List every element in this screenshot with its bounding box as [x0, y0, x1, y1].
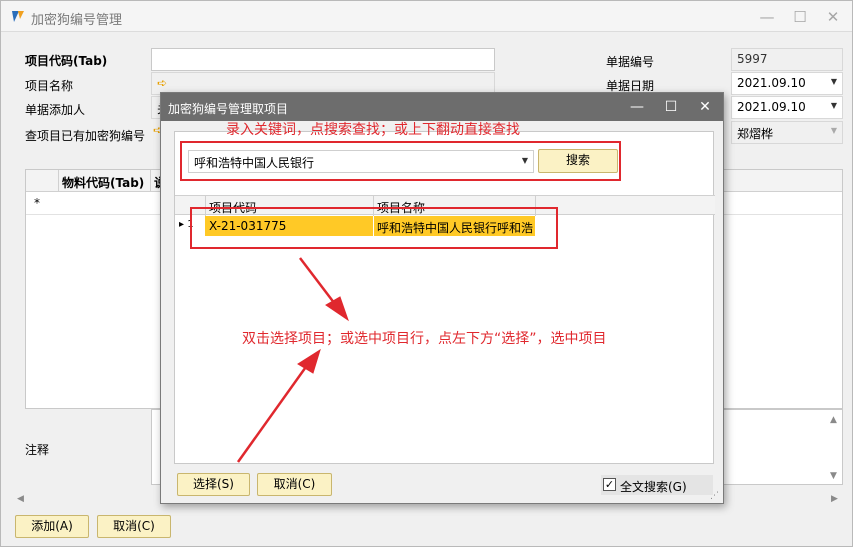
arrow-icon: [236, 257, 349, 463]
annotation-arrows: [236, 257, 349, 463]
